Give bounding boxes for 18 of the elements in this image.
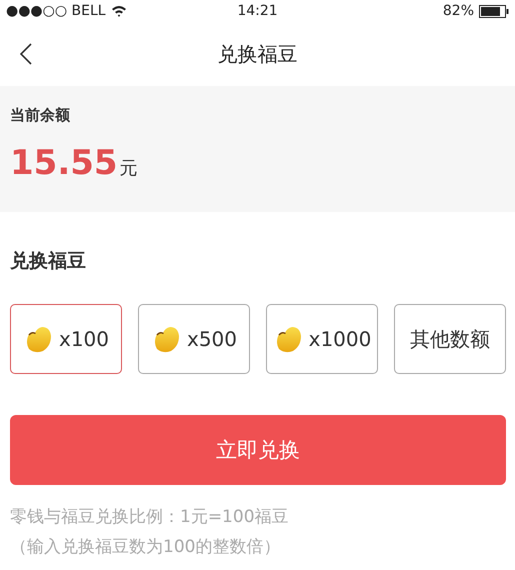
balance-label: 当前余额 bbox=[10, 106, 71, 125]
page-title: 兑换福豆 bbox=[218, 40, 298, 68]
exchange-button[interactable]: 立即兑换 bbox=[10, 415, 506, 485]
carrier-text: ●●●○○ BELL bbox=[6, 3, 106, 19]
balance-amount: 15.55 bbox=[10, 143, 118, 183]
back-icon[interactable] bbox=[20, 43, 32, 65]
amount-option[interactable]: x100 bbox=[10, 304, 122, 374]
battery-icon bbox=[479, 4, 509, 18]
note-text: 零钱与福豆兑换比例：1元=100福豆 bbox=[10, 506, 290, 528]
wifi-icon bbox=[110, 5, 127, 17]
section-title: 兑换福豆 bbox=[10, 250, 86, 272]
status-time: 14:21 bbox=[237, 3, 278, 19]
amount-option[interactable]: x500 bbox=[138, 304, 250, 374]
currency-unit: 元 bbox=[120, 157, 138, 180]
note-text: （输入兑换福豆数为100的整数倍） bbox=[10, 536, 282, 558]
amount-option[interactable]: 其他数额 bbox=[394, 304, 506, 374]
amount-option[interactable]: x1000 bbox=[266, 304, 378, 374]
battery-percent: 82% bbox=[442, 3, 474, 19]
